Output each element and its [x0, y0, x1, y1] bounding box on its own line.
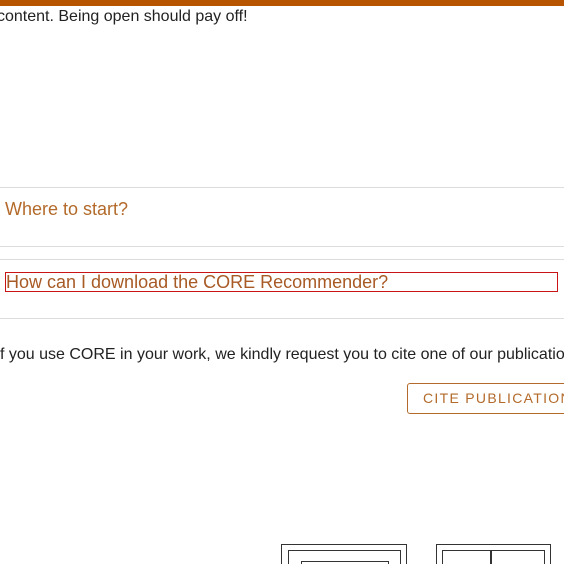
cite-request-text: f you use CORE in your work, we kindly r… — [0, 346, 564, 363]
faq-item-where-to-start[interactable]: Where to start? — [0, 188, 564, 246]
faq-divider — [0, 259, 564, 260]
preview-frame-right-divider — [490, 550, 492, 564]
intro-text: content. Being open should pay off! — [0, 8, 248, 25]
faq-item-download-recommender[interactable]: How can I download the CORE Recommender? — [5, 272, 558, 292]
top-accent-bar — [0, 0, 564, 6]
cite-publication-button[interactable]: CITE PUBLICATION — [407, 383, 564, 414]
faq-item-label: How can I download the CORE Recommender? — [6, 272, 389, 292]
faq-divider — [0, 246, 564, 247]
faq-item-label: Where to start? — [5, 199, 129, 219]
faq-divider-bottom — [0, 318, 564, 319]
preview-frame-right-inner — [442, 550, 545, 564]
